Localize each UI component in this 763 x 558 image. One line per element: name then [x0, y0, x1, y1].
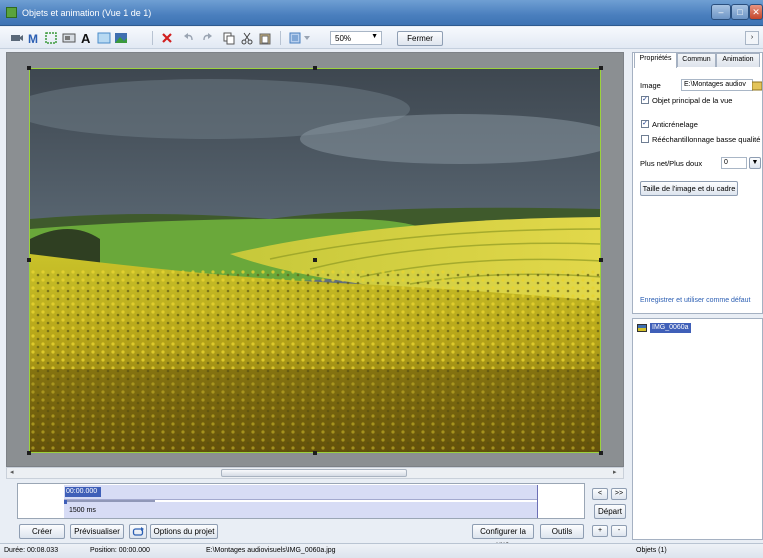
create-button[interactable]: Créer: [19, 524, 65, 539]
chevron-down-icon[interactable]: [304, 35, 310, 41]
lowres-label: Rééchantillonnage basse qualité: [652, 135, 761, 144]
image-object-icon[interactable]: [62, 31, 76, 45]
status-objects: Objets (1): [636, 547, 667, 554]
save-default-link[interactable]: Enregistrer et utiliser comme défaut: [640, 297, 751, 304]
timeline[interactable]: 00:00.000 1500 ms: [17, 483, 585, 519]
chevron-down-icon: ▼: [371, 33, 378, 40]
tab-common[interactable]: Commun: [677, 53, 716, 67]
close-button[interactable]: Fermer: [397, 31, 443, 46]
resize-handle[interactable]: [27, 66, 31, 70]
status-bar: Durée: 00:08.033 Position: 00:00.000 E:\…: [0, 543, 763, 558]
resize-handle[interactable]: [313, 451, 317, 455]
maximize-button[interactable]: □: [731, 4, 749, 20]
image-frame-size-button[interactable]: Taille de l'image et du cadre: [640, 181, 738, 196]
resize-handle[interactable]: [599, 66, 603, 70]
configure-view-button[interactable]: Configurer la vue: [472, 524, 534, 549]
loop-button[interactable]: [129, 524, 147, 539]
start-button[interactable]: Départ: [594, 504, 626, 519]
rectangle-icon[interactable]: [97, 31, 111, 45]
scroll-right-icon[interactable]: ▸: [613, 468, 617, 476]
timeline-time: 00:00.000: [65, 487, 101, 497]
image-thumbnail-icon: [637, 324, 647, 332]
align-icon[interactable]: [288, 31, 302, 45]
resize-handle[interactable]: [27, 451, 31, 455]
scrollbar-thumb[interactable]: [221, 469, 407, 477]
main-object-checkbox[interactable]: ✓: [641, 96, 649, 104]
picture-icon[interactable]: [114, 31, 128, 45]
app-icon: [6, 7, 17, 18]
antialias-label: Anticrénelage: [652, 120, 698, 129]
antialias-checkbox[interactable]: ✓: [641, 120, 649, 128]
zoom-value: 50%: [335, 34, 352, 43]
toolbar-separator: [280, 31, 281, 45]
toolbar-more-button[interactable]: ›: [745, 31, 759, 45]
scroll-left-icon[interactable]: ◂: [10, 468, 14, 476]
browse-folder-icon[interactable]: [752, 79, 762, 91]
chevron-down-icon: ▼: [751, 159, 759, 166]
resize-handle[interactable]: [27, 258, 31, 262]
timeline-duration-track[interactable]: [64, 502, 538, 518]
object-name: IMG_0060a: [650, 323, 691, 333]
resize-handle[interactable]: [599, 258, 603, 262]
svg-text:M: M: [28, 32, 38, 45]
add-object-button[interactable]: +: [592, 525, 608, 537]
timeline-duration: 1500 ms: [69, 507, 96, 514]
check-mark-icon: ✓: [642, 120, 648, 127]
text-icon[interactable]: A: [80, 31, 94, 45]
status-duration: Durée: 00:08.033: [4, 547, 59, 554]
check-mark-icon: ✓: [642, 96, 648, 103]
next-keyframe-button[interactable]: >>: [611, 488, 627, 500]
lowres-checkbox[interactable]: [641, 135, 649, 143]
tab-animation[interactable]: Animation: [716, 53, 760, 67]
frame-icon[interactable]: [44, 31, 58, 45]
tools-button[interactable]: Outils: [540, 524, 584, 539]
copy-icon[interactable]: [222, 31, 236, 45]
delete-icon[interactable]: [160, 31, 174, 45]
sharpen-field[interactable]: 0: [721, 157, 747, 169]
redo-icon[interactable]: [200, 31, 214, 45]
resize-handle[interactable]: [313, 258, 317, 262]
tab-properties[interactable]: Propriétés: [634, 52, 677, 68]
toolbar-separator: [152, 31, 153, 45]
remove-object-button[interactable]: -: [611, 525, 627, 537]
objects-panel: IMG_0060a: [632, 318, 763, 540]
window-title: Objets et animation (Vue 1 de 1): [22, 8, 152, 18]
toolbar: M A 50% ▼ Fermer ›: [0, 27, 763, 49]
image-path-field[interactable]: E:\Montages audiov: [681, 79, 753, 91]
prev-keyframe-button[interactable]: <: [592, 488, 608, 500]
timeline-playhead[interactable]: [64, 500, 67, 504]
minimize-button[interactable]: –: [711, 4, 731, 20]
horizontal-scrollbar[interactable]: ◂ ▸: [6, 467, 624, 479]
timeline-keyframe-bar[interactable]: [67, 500, 155, 502]
preview-button[interactable]: Prévisualiser: [70, 524, 124, 539]
paste-icon[interactable]: [258, 31, 272, 45]
mask-icon[interactable]: M: [27, 31, 41, 45]
camera-icon[interactable]: [10, 31, 24, 45]
properties-tabs: Propriétés Commun Animation: [632, 52, 763, 68]
status-position: Position: 00:00.000: [90, 547, 150, 554]
workspace[interactable]: [6, 52, 624, 467]
title-bar: Objets et animation (Vue 1 de 1) – □ ✕: [0, 0, 763, 26]
image-label: Image: [640, 81, 661, 90]
svg-text:A: A: [81, 31, 91, 45]
zoom-select[interactable]: 50% ▼: [330, 31, 382, 45]
resize-handle[interactable]: [599, 451, 603, 455]
project-options-button[interactable]: Options du projet: [150, 524, 218, 539]
close-window-button[interactable]: ✕: [749, 4, 763, 20]
timeline-end-marker[interactable]: [537, 485, 538, 518]
status-file: E:\Montages audiovisuels\IMG_0060a.jpg: [206, 547, 336, 554]
undo-icon[interactable]: [182, 31, 196, 45]
resize-handle[interactable]: [313, 66, 317, 70]
cut-icon[interactable]: [240, 31, 254, 45]
loop-icon: [132, 527, 144, 536]
sharpen-label: Plus net/Plus doux: [640, 159, 703, 168]
timeline-track[interactable]: [64, 485, 538, 500]
sharpen-dropdown-button[interactable]: ▼: [749, 157, 761, 169]
main-object-label: Objet principal de la vue: [652, 96, 733, 105]
